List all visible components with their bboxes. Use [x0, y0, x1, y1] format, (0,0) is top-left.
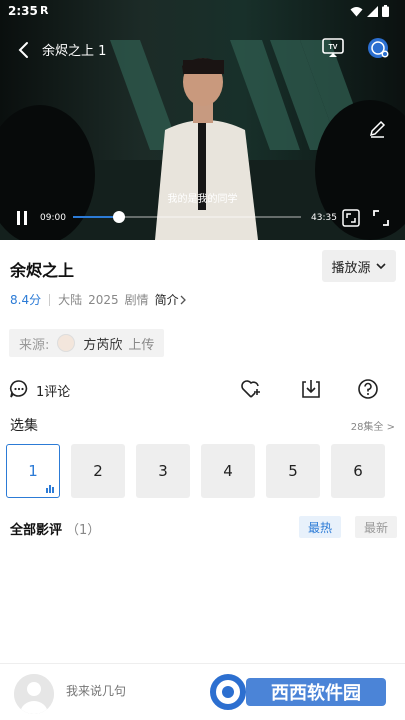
episode-number: 2	[93, 462, 103, 480]
episode-item[interactable]: 5	[266, 444, 320, 498]
video-player[interactable]: 2:35 R 余烬之上 1 TV 我的是我的同学 09:00 43:35	[0, 0, 405, 240]
episode-all-link[interactable]: 28集全 >	[351, 418, 395, 433]
status-icons	[350, 5, 389, 17]
player-controls: 09:00 43:35	[0, 204, 405, 232]
download-icon[interactable]	[300, 378, 322, 400]
episode-item[interactable]: 1	[6, 444, 60, 498]
episode-number: 1	[28, 462, 38, 480]
show-title: 余烬之上	[10, 261, 75, 280]
uploader-avatar	[57, 334, 76, 352]
show-meta: 8.4分 大陆 2025 剧情 简介	[10, 291, 188, 308]
playing-indicator-icon	[46, 485, 54, 493]
watermark-logo: 西西软件园	[210, 674, 386, 710]
screenshot-icon[interactable]	[342, 209, 360, 227]
episode-item[interactable]: 4	[201, 444, 255, 498]
svg-text:西西软件园: 西西软件园	[271, 682, 361, 704]
episode-item[interactable]: 2	[71, 444, 125, 498]
show-score: 8.4分	[10, 293, 42, 307]
back-icon[interactable]	[14, 40, 34, 60]
chevron-right-icon	[180, 295, 186, 304]
play-source-label: 播放源	[331, 260, 371, 276]
fullscreen-icon[interactable]	[373, 210, 389, 226]
chevron-down-icon	[375, 263, 386, 270]
status-time: 2:35	[8, 4, 38, 18]
show-region: 大陆	[58, 293, 83, 307]
user-avatar-icon	[14, 674, 54, 714]
comment-count[interactable]: 1评论	[36, 381, 70, 400]
status-bar: 2:35 R	[0, 0, 405, 22]
status-sim: R	[40, 4, 49, 17]
episode-header: 选集	[10, 418, 38, 434]
episode-number: 6	[353, 462, 363, 480]
meta-divider	[49, 293, 51, 306]
reviews-title: 全部影评	[10, 523, 63, 538]
progress-handle[interactable]	[112, 211, 125, 223]
reviews-count: （1）	[66, 523, 101, 538]
tab-new[interactable]: 最新	[355, 516, 397, 538]
comment-input[interactable]	[66, 684, 201, 698]
uploader-tag[interactable]: 来源: 方芮欣 上传	[9, 329, 165, 357]
episode-list: 1 2 3 4 5 6	[6, 444, 385, 498]
comment-icon[interactable]	[9, 379, 29, 399]
tab-hot[interactable]: 最热	[299, 516, 341, 538]
show-year: 2025	[88, 292, 119, 307]
episode-number: 3	[158, 462, 168, 480]
show-genre: 剧情	[124, 293, 149, 307]
signal-icon	[367, 5, 378, 17]
favorite-add-icon[interactable]	[240, 378, 262, 400]
video-subtitle: 我的是我的同学	[167, 194, 238, 205]
video-detail-page: 2:35 R 余烬之上 1 TV 我的是我的同学 09:00 43:35 余烬之…	[0, 0, 405, 720]
episode-item[interactable]: 6	[331, 444, 385, 498]
pause-icon[interactable]	[15, 211, 29, 225]
source-label: 来源:	[19, 337, 50, 353]
help-icon[interactable]	[357, 378, 379, 400]
progress-bar[interactable]	[73, 211, 301, 223]
player-topbar: 余烬之上 1 TV	[0, 34, 405, 64]
show-intro-link[interactable]: 简介	[155, 291, 179, 308]
tv-cast-icon[interactable]: TV	[322, 38, 344, 58]
action-row: 1评论	[0, 372, 405, 404]
duration-time: 43:35	[311, 213, 337, 223]
wifi-icon	[350, 6, 363, 16]
edit-icon[interactable]	[368, 120, 386, 138]
reviews-header: 全部影评 （1）	[10, 519, 100, 538]
uploader-name: 方芮欣	[83, 337, 123, 353]
progress-fill	[73, 216, 119, 218]
current-time: 09:00	[40, 213, 66, 223]
uploader-action: 上传	[128, 337, 155, 353]
episode-item[interactable]: 3	[136, 444, 190, 498]
comment-footer: 西西软件园	[0, 663, 405, 720]
play-source-button[interactable]: 播放源	[322, 250, 396, 282]
svg-text:TV: TV	[329, 44, 338, 51]
episode-number: 5	[288, 462, 298, 480]
battery-icon	[382, 5, 389, 17]
player-title: 余烬之上 1	[42, 44, 107, 59]
episode-number: 4	[223, 462, 233, 480]
app-logo-icon[interactable]	[367, 37, 389, 59]
